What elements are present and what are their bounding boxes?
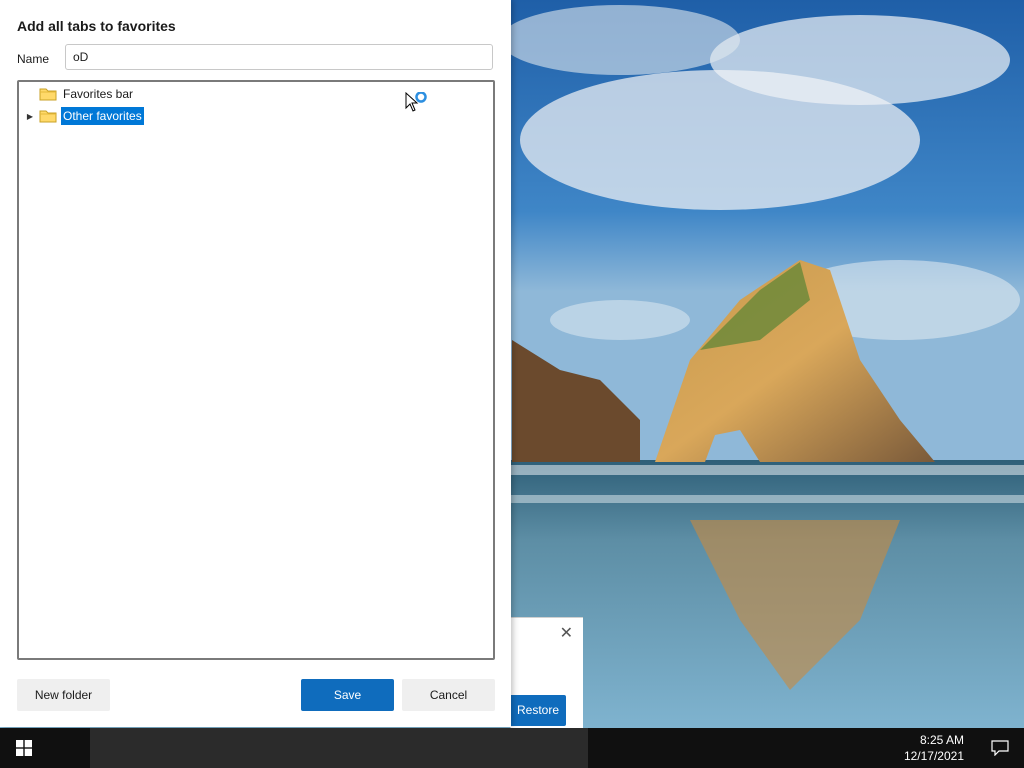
save-button[interactable]: Save bbox=[301, 679, 394, 711]
start-button[interactable] bbox=[0, 728, 48, 768]
tree-item-favorites-bar[interactable]: Favorites bar bbox=[25, 84, 135, 104]
new-folder-button[interactable]: New folder bbox=[17, 679, 110, 711]
folder-tree[interactable]: Favorites bar ▶ Other favorites bbox=[17, 80, 495, 660]
clock[interactable]: 8:25 AM 12/17/2021 bbox=[904, 732, 964, 764]
name-input[interactable] bbox=[65, 44, 493, 70]
name-label: Name bbox=[17, 52, 50, 66]
taskbar: 8:25 AM 12/17/2021 bbox=[0, 728, 1024, 768]
restore-button[interactable]: Restore bbox=[510, 695, 566, 726]
folder-icon bbox=[39, 88, 57, 101]
busy-cursor-icon bbox=[405, 92, 427, 112]
cancel-button[interactable]: Cancel bbox=[402, 679, 495, 711]
dialog-title: Add all tabs to favorites bbox=[17, 18, 176, 34]
taskbar-app-preview[interactable] bbox=[90, 728, 588, 768]
clock-date: 12/17/2021 bbox=[903, 749, 964, 763]
folder-icon bbox=[39, 110, 57, 123]
close-icon[interactable]: ✕ bbox=[560, 626, 573, 642]
add-tabs-to-favorites-dialog: Add all tabs to favorites Name Favorites… bbox=[0, 0, 511, 727]
tree-item-other-favorites[interactable]: ▶ Other favorites bbox=[25, 106, 144, 126]
tree-item-label: Favorites bar bbox=[63, 87, 134, 101]
expand-arrow-icon[interactable]: ▶ bbox=[25, 106, 35, 126]
clock-time: 8:25 AM bbox=[919, 733, 964, 747]
tree-item-label: Other favorites bbox=[61, 107, 144, 125]
notifications-button[interactable] bbox=[976, 728, 1024, 768]
windows-logo-icon bbox=[16, 740, 32, 756]
notifications-icon bbox=[991, 740, 1009, 756]
